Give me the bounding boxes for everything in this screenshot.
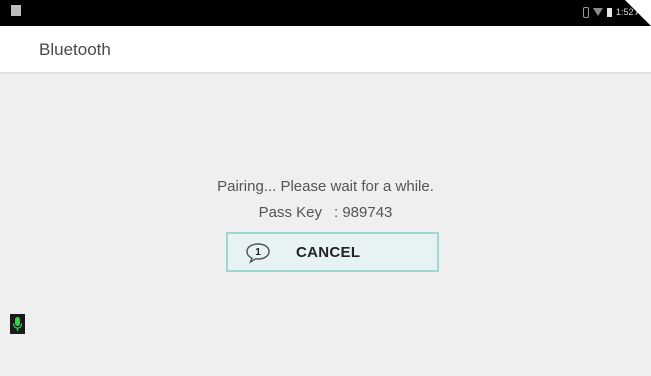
bluetooth-icon bbox=[582, 6, 589, 18]
pairing-content: Pairing... Please wait for a while. Pass… bbox=[0, 74, 651, 376]
microphone-icon[interactable] bbox=[10, 314, 25, 334]
cancel-button[interactable]: 1 CANCEL bbox=[226, 232, 439, 272]
battery-icon bbox=[606, 7, 612, 17]
pass-key-line: Pass Key: 989743 bbox=[0, 204, 651, 221]
page-corner-fold bbox=[625, 0, 651, 26]
cancel-badge: 1 bbox=[255, 247, 261, 258]
pass-key-separator: : bbox=[333, 204, 339, 221]
app-bar: Bluetooth bbox=[0, 30, 651, 74]
status-strip: 1:52 AM bbox=[0, 0, 651, 26]
cancel-label: CANCEL bbox=[296, 244, 361, 261]
status-bar: 1:52 AM bbox=[0, 0, 651, 30]
page-title: Bluetooth bbox=[39, 40, 111, 59]
wifi-icon bbox=[592, 8, 603, 16]
pass-key-value: 989743 bbox=[342, 204, 393, 221]
speech-bubble-icon: 1 bbox=[246, 243, 270, 264]
pass-key-label: Pass Key bbox=[258, 204, 322, 221]
pairing-message: Pairing... Please wait for a while. bbox=[217, 178, 434, 195]
notification-icon bbox=[11, 5, 21, 16]
